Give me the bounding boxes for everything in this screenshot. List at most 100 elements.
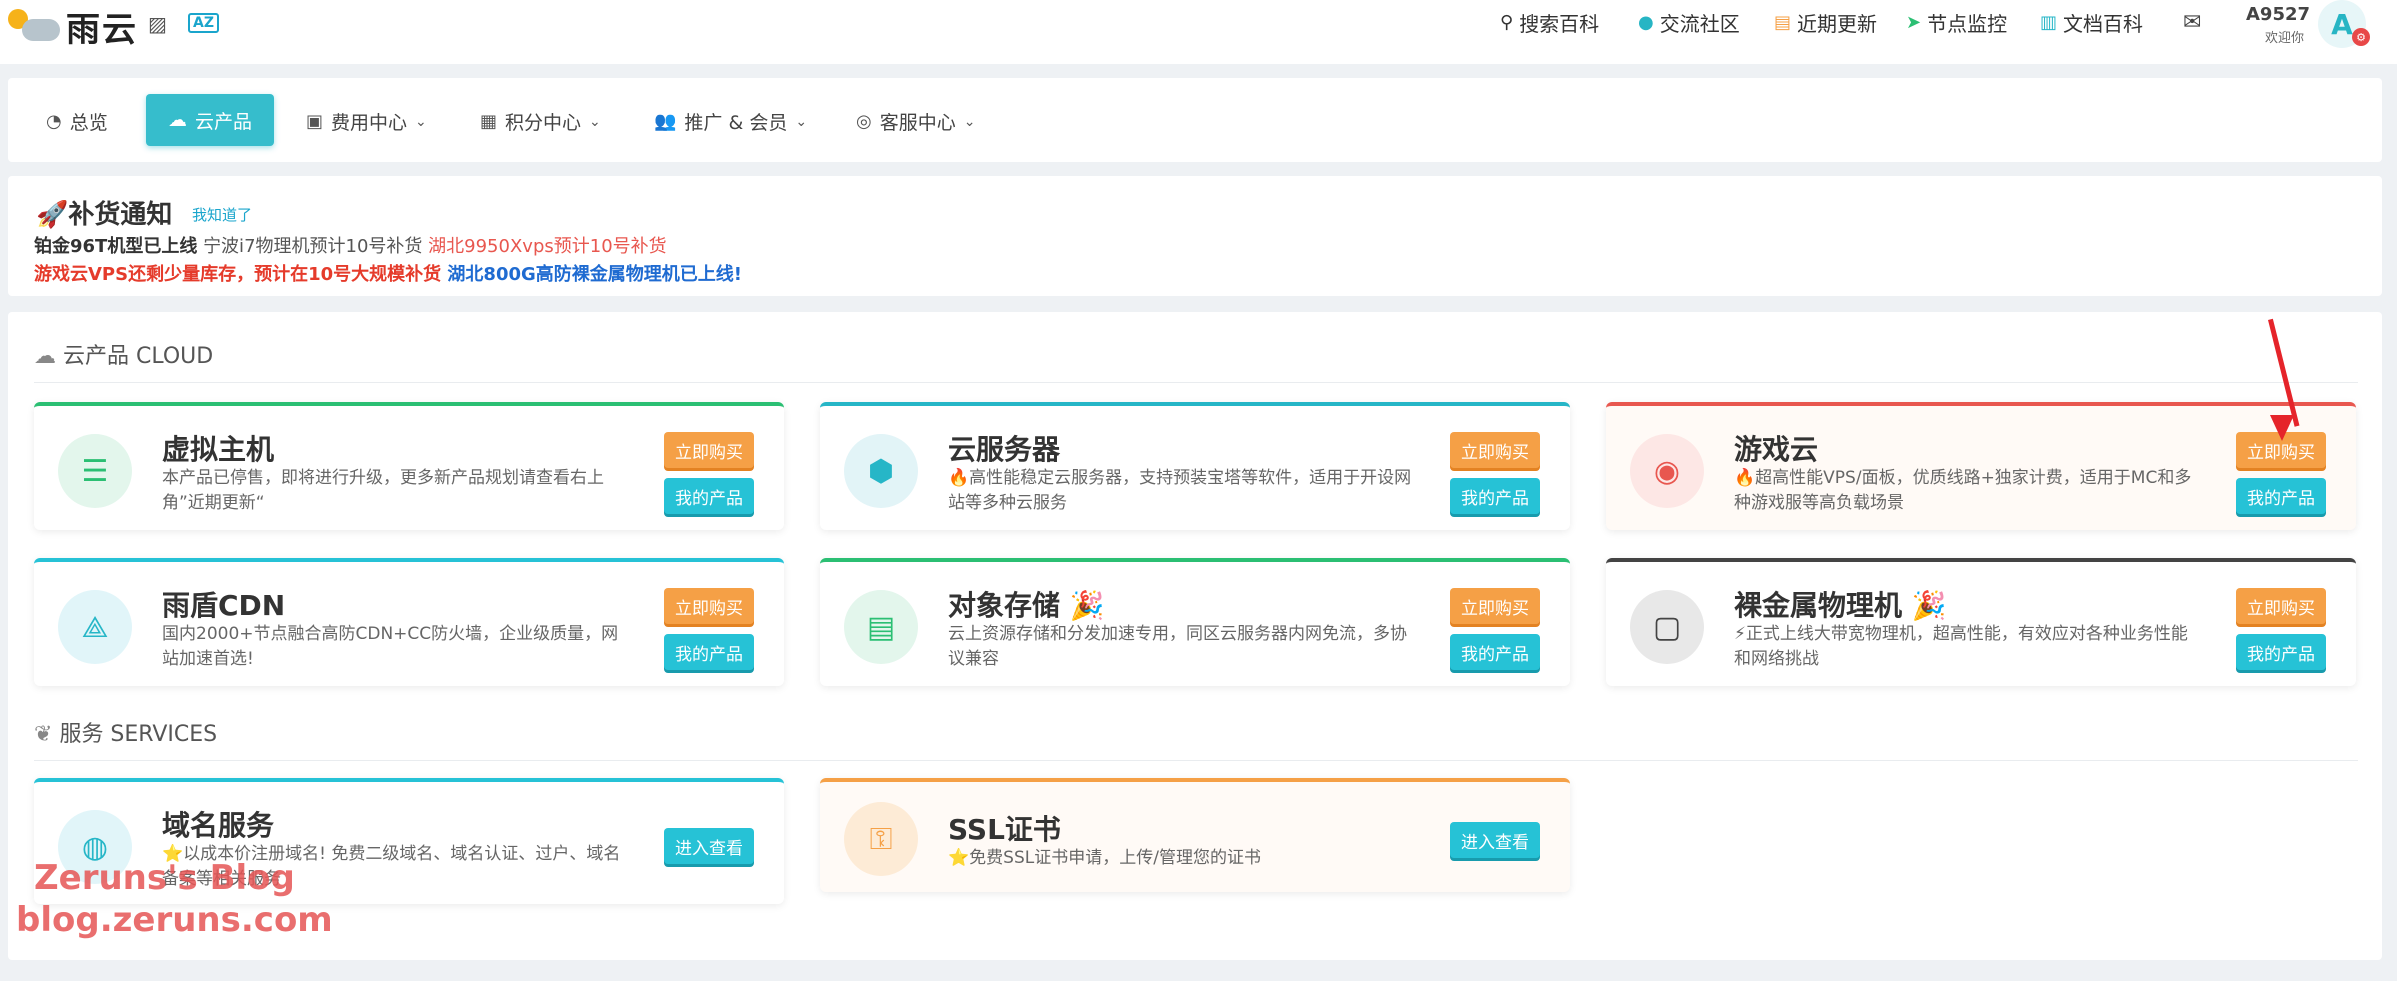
card-title: 虚拟主机 [162,433,275,466]
key-icon: ⚿ [844,802,918,876]
card-desc: 🔥超高性能VPS/面板，优质线路+独家计费，适用于MC和多种游戏服等高负载场景 [1734,468,2192,513]
notice-line-2: 游戏云VPS还剩少量库存，预计在10号大规模补货 湖北800G高防裸金属物理机已… [34,260,742,286]
nav-community[interactable]: ● 交流社区 [1638,8,1740,37]
qq-icon: ● [1638,12,1654,33]
divider [34,760,2358,761]
notice-title: 🚀补货通知 [36,200,173,230]
notice-text: 湖北9950Xvps预计10号补货 [428,236,667,257]
server-icon: ☰ [58,434,132,508]
notice-text: 湖北800G高防裸金属物理机已上线! [447,264,742,285]
section-title-text: 云产品 CLOUD [63,344,214,369]
buy-button[interactable]: 立即购买 [1450,432,1540,468]
nav-label: 文档百科 [2063,12,2144,36]
menu-billing[interactable]: ▣ 费用中心 ⌄ [306,108,427,135]
card-desc: 🔥高性能稳定云服务器，支持预装宝塔等软件，适用于开设网站等多种云服务 [948,468,1412,513]
buy-button[interactable]: 立即购买 [2236,588,2326,624]
card-title: 域名服务 [162,809,275,842]
card-title: SSL证书 [948,813,1061,846]
menu-points[interactable]: ▦ 积分中心 ⌄ [480,108,601,135]
notice-text: 铂金96T机型已上线 [34,236,198,257]
card-title: 游戏云 [1734,433,1819,466]
gift-icon: ▦ [480,111,498,132]
services-section-title: ❦ 服务 SERVICES [34,716,217,748]
card-title: 对象存储 🎉 [948,589,1105,622]
chevron-down-icon: ⌄ [589,113,601,130]
gamepad-icon: ◉ [1630,434,1704,508]
location-arrow-icon: ➤ [1906,12,1922,33]
card-title: 雨盾CDN [162,589,286,622]
card-title: 云服务器 [948,433,1061,466]
nav-docs[interactable]: ▥ 文档百科 [2040,8,2143,37]
my-products-button[interactable]: 我的产品 [664,478,754,514]
buy-button[interactable]: 立即购买 [664,588,754,624]
translate-icon[interactable]: AZ [188,13,219,33]
menu-support[interactable]: ◎ 客服中心 ⌄ [856,108,975,135]
my-products-button[interactable]: 我的产品 [1450,634,1540,670]
notice-text: 游戏云VPS还剩少量库存，预计在10号大规模补货 [34,264,442,285]
nav-label: 交流社区 [1659,12,1740,36]
view-button[interactable]: 进入查看 [1450,822,1540,858]
notice-line-1: 铂金96T机型已上线 宁波i7物理机预计10号补货 湖北9950Xvps预计10… [34,232,667,258]
nav-label: 近期更新 [1797,12,1878,36]
chevron-down-icon: ⌄ [415,113,427,130]
menu-label: 云产品 [194,110,252,133]
user-welcome: 欢迎你 [2264,31,2304,46]
nav-updates[interactable]: ▤ 近期更新 [1774,8,1877,37]
database-icon: ▤ [844,590,918,664]
my-products-button[interactable]: 我的产品 [2236,634,2326,670]
view-button[interactable]: 进入查看 [664,828,754,864]
card-desc: 本产品已停售，即将进行升级，更多新产品规划请查看右上角”近期更新“ [162,468,604,513]
leaf-icon: ❦ [34,722,53,747]
buy-button[interactable]: 立即购买 [1450,588,1540,624]
users-icon: 👥 [654,111,677,132]
headset-icon: ◎ [856,111,872,132]
card-desc: ⭐免费SSL证书申请，上传/管理您的证书 [948,848,1261,868]
chevron-down-icon: ⌄ [795,113,808,130]
buy-button[interactable]: 立即购买 [664,432,754,468]
notice-text: 宁波i7物理机预计10号补货 [203,236,423,257]
menu-promotion[interactable]: 👥 推广 & 会员 ⌄ [654,108,807,135]
menu-label: 费用中心 [331,112,408,134]
chevron-down-icon: ⌄ [963,113,976,130]
cloud-icon: ☁ [34,344,56,369]
nav-node-monitor[interactable]: ➤ 节点监控 [1906,8,2007,37]
card-bare-metal[interactable]: ▢ 裸金属物理机 🎉 ⚡正式上线大带宽物理机，超高性能，有效应对各种业务性能和网… [1606,558,2356,686]
notice-ack-link[interactable]: 我知道了 [192,204,252,225]
nav-search-wiki[interactable]: ⚲ 搜索百科 [1500,8,1599,37]
card-virtual-host[interactable]: ☰ 虚拟主机 本产品已停售，即将进行升级，更多新产品规划请查看右上角”近期更新“… [34,402,784,530]
my-products-button[interactable]: 我的产品 [664,634,754,670]
cloud-section-title: ☁ 云产品 CLOUD [34,338,213,370]
annotation-arrow-head [2270,415,2294,441]
mail-icon[interactable]: ✉ [2183,10,2201,35]
cloud-products-icon: ☁ [167,109,187,131]
card-desc: ⚡正式上线大带宽物理机，超高性能，有效应对各种业务性能和网络挑战 [1734,624,2188,669]
search-icon: ⚲ [1500,12,1514,33]
card-title: 裸金属物理机 🎉 [1734,589,1947,622]
book-icon: ▥ [2040,12,2058,33]
menu-overview[interactable]: ◔ 总览 [46,108,108,135]
watermark: blog.zeruns.com [16,900,333,940]
nav-label: 节点监控 [1927,12,2008,36]
my-products-button[interactable]: 我的产品 [1450,478,1540,514]
card-cloud-server[interactable]: ⬢ 云服务器 🔥高性能稳定云服务器，支持预装宝塔等软件，适用于开设网站等多种云服… [820,402,1570,530]
menu-label: 积分中心 [505,112,582,134]
logo[interactable]: 雨云 [8,4,138,50]
watermark: Zeruns's Blog [34,858,295,898]
cube-icon: ⬢ [844,434,918,508]
settings-badge-icon[interactable]: ⚙ [2352,28,2370,46]
menu-cloud-products[interactable]: ☁ 云产品 [146,94,274,146]
card-ssl[interactable]: ⚿ SSL证书 ⭐免费SSL证书申请，上传/管理您的证书 进入查看 [820,778,1570,892]
user-name[interactable]: A9527 [2246,4,2310,25]
divider [34,382,2358,383]
card-object-storage[interactable]: ▤ 对象存储 🎉 云上资源存储和分发加速专用，同区云服务器内网免流，多协议兼容 … [820,558,1570,686]
image-icon[interactable]: ▨ [148,12,167,36]
menu-label: 总览 [69,112,108,134]
news-icon: ▤ [1774,12,1792,33]
section-title-text: 服务 SERVICES [59,722,218,747]
money-icon: ▣ [306,111,324,132]
share-icon: ⟁ [58,590,132,664]
card-game-cloud[interactable]: ◉ 游戏云 🔥超高性能VPS/面板，优质线路+独家计费，适用于MC和多种游戏服等… [1606,402,2356,530]
my-products-button[interactable]: 我的产品 [2236,478,2326,514]
card-desc: 国内2000+节点融合高防CDN+CC防火墙，企业级质量，网站加速首选! [162,624,619,669]
card-cdn[interactable]: ⟁ 雨盾CDN 国内2000+节点融合高防CDN+CC防火墙，企业级质量，网站加… [34,558,784,686]
